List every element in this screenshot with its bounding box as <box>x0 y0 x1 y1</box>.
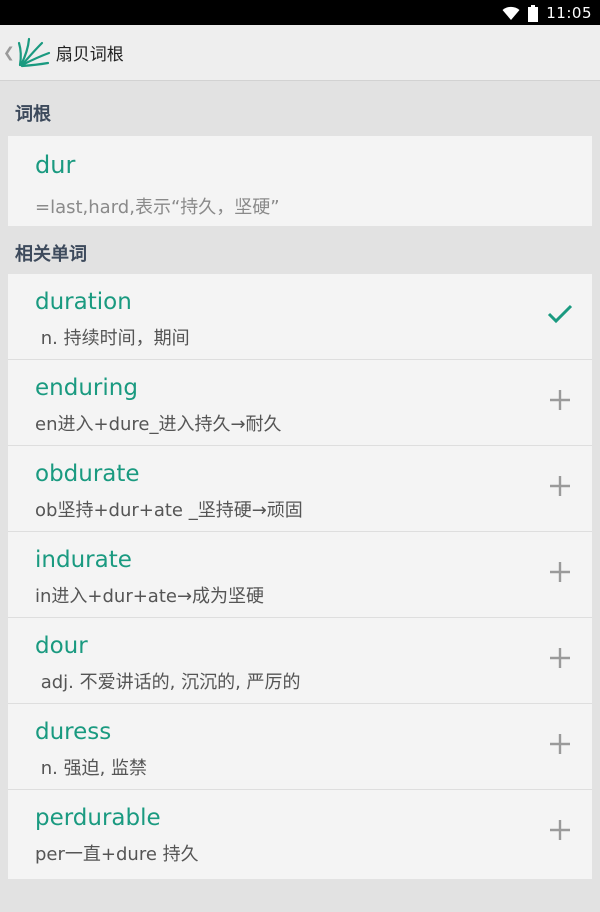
wifi-icon <box>502 5 520 21</box>
plus-icon <box>549 475 571 501</box>
added-check-button[interactable] <box>542 298 578 334</box>
add-word-button[interactable] <box>542 556 578 592</box>
action-bar: ❮ 扇贝词根 <box>0 25 600 81</box>
status-time: 11:05 <box>546 4 592 22</box>
list-item[interactable]: indurate in进入+dur+ate→成为坚硬 <box>8 532 592 618</box>
add-word-button[interactable] <box>542 384 578 420</box>
chevron-left-icon: ❮ <box>3 44 15 61</box>
list-item[interactable]: duress n. 强迫, 监禁 <box>8 704 592 790</box>
word-text: duress <box>35 719 112 745</box>
word-text: dour <box>35 633 88 659</box>
related-section-header: 相关单词 <box>15 244 87 265</box>
plus-icon <box>549 389 571 415</box>
list-item[interactable]: duration n. 持续时间，期间 <box>8 274 592 360</box>
root-word: dur <box>35 151 76 179</box>
word-text: duration <box>35 289 132 315</box>
add-word-button[interactable] <box>542 642 578 678</box>
word-meaning: en进入+dure_进入持久→耐久 <box>35 414 282 435</box>
plus-icon <box>549 819 571 845</box>
root-description: =last,hard,表示“持久，坚硬” <box>35 197 280 218</box>
word-text: enduring <box>35 375 138 401</box>
add-word-button[interactable] <box>542 470 578 506</box>
plus-icon <box>549 647 571 673</box>
status-icons: 11:05 <box>502 3 592 23</box>
word-meaning: n. 强迫, 监禁 <box>35 758 148 779</box>
word-meaning: adj. 不爱讲话的, 沉沉的, 严厉的 <box>35 672 301 693</box>
list-item[interactable]: obdurate ob坚持+dur+ate _坚持硬→顽固 <box>8 446 592 532</box>
word-text: indurate <box>35 547 132 573</box>
word-meaning: per一直+dure 持久 <box>35 844 199 865</box>
app-title: 扇贝词根 <box>55 45 124 65</box>
word-meaning: ob坚持+dur+ate _坚持硬→顽固 <box>35 500 303 521</box>
plus-icon <box>549 561 571 587</box>
check-icon <box>547 304 573 328</box>
plus-icon <box>549 733 571 759</box>
list-item[interactable]: dour adj. 不爱讲话的, 沉沉的, 严厉的 <box>8 618 592 704</box>
root-card: dur =last,hard,表示“持久，坚硬” <box>8 136 592 226</box>
list-item[interactable]: enduring en进入+dure_进入持久→耐久 <box>8 360 592 446</box>
related-words-list: duration n. 持续时间，期间 enduring en进入+dure_进… <box>8 274 592 879</box>
add-word-button[interactable] <box>542 814 578 850</box>
root-section-header: 词根 <box>15 104 51 125</box>
app-logo-icon <box>16 35 52 71</box>
back-button[interactable]: ❮ 扇贝词根 <box>0 25 130 80</box>
battery-icon <box>528 4 539 22</box>
word-text: perdurable <box>35 805 161 831</box>
word-meaning: in进入+dur+ate→成为坚硬 <box>35 586 265 607</box>
add-word-button[interactable] <box>542 728 578 764</box>
word-meaning: n. 持续时间，期间 <box>35 328 190 349</box>
list-item[interactable]: perdurable per一直+dure 持久 <box>8 790 592 876</box>
word-text: obdurate <box>35 461 140 487</box>
status-bar: 11:05 <box>0 0 600 25</box>
